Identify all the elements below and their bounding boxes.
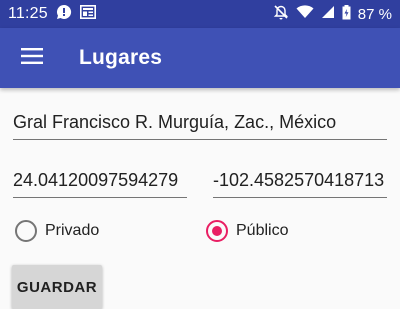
wifi-icon <box>296 5 314 23</box>
radio-publico-label: Público <box>236 222 289 239</box>
menu-button[interactable] <box>0 28 64 88</box>
signal-icon <box>321 5 335 23</box>
status-time: 11:25 <box>8 5 48 22</box>
battery-percentage: 87 % <box>357 5 392 23</box>
status-bar: 11:25 87 % <box>0 0 400 28</box>
latitude-field[interactable]: 24.04120097594279 <box>13 168 187 198</box>
radio-checked-icon <box>206 220 228 242</box>
radio-privado-label: Privado <box>45 222 100 239</box>
chat-notification-icon <box>56 4 72 24</box>
save-button[interactable]: GUARDAR <box>12 265 102 309</box>
radio-publico[interactable]: Público <box>206 220 288 242</box>
notifications-off-icon <box>273 4 289 24</box>
address-field[interactable]: Gral Francisco R. Murguía, Zac., México <box>13 110 387 140</box>
battery-icon <box>342 4 351 24</box>
hamburger-menu-icon <box>21 47 43 69</box>
page-title: Lugares <box>79 46 163 69</box>
news-notification-icon <box>79 5 96 23</box>
radio-unchecked-icon <box>15 220 37 242</box>
app-bar: Lugares <box>0 28 400 88</box>
radio-privado[interactable]: Privado <box>15 220 99 242</box>
longitude-field[interactable]: -102.4582570418713 <box>213 168 387 198</box>
